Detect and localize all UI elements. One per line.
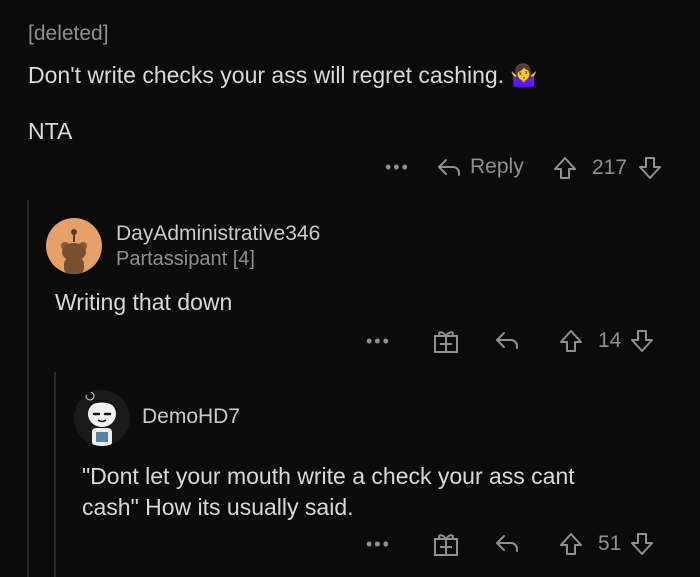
- comment-body-line: cash" How its usually said.: [82, 494, 354, 520]
- comment-body-text: Don't write checks your ass will regret …: [28, 62, 505, 88]
- gift-award-icon: [434, 331, 458, 353]
- vote-controls: 217: [552, 155, 663, 181]
- snoo-avatar-icon: [85, 391, 116, 446]
- comment-author[interactable]: DayAdministrative346: [116, 222, 320, 246]
- upvote-icon[interactable]: [552, 155, 578, 181]
- thread-line: [27, 200, 29, 577]
- comment-author-deleted: [deleted]: [28, 22, 109, 45]
- upvote-icon[interactable]: [558, 328, 584, 354]
- comment-body: "Dont let your mouth write a check your …: [82, 461, 575, 523]
- downvote-icon[interactable]: [629, 328, 655, 354]
- comment-body: Writing that down: [55, 289, 233, 315]
- more-options-button[interactable]: •••: [366, 534, 391, 555]
- snoo-avatar-icon: [61, 229, 87, 274]
- reply-button[interactable]: [494, 531, 520, 555]
- vote-count: 217: [592, 156, 628, 179]
- reply-button[interactable]: [494, 328, 520, 352]
- avatar[interactable]: [74, 390, 130, 446]
- vote-controls: 51: [558, 531, 655, 557]
- more-options-button[interactable]: •••: [385, 157, 410, 178]
- comment-body-nta: NTA: [28, 118, 73, 144]
- shrug-emoji-icon: 🤷‍♀️: [510, 62, 538, 88]
- comment-body-line: "Dont let your mouth write a check your …: [82, 463, 575, 489]
- vote-count: 14: [598, 329, 622, 352]
- more-options-button[interactable]: •••: [366, 331, 391, 352]
- vote-controls: 14: [558, 328, 655, 354]
- thread-line: [54, 372, 56, 577]
- downvote-icon[interactable]: [629, 531, 655, 557]
- comment-body: Don't write checks your ass will regret …: [28, 62, 537, 89]
- award-button[interactable]: [432, 530, 460, 558]
- downvote-icon[interactable]: [637, 155, 663, 181]
- award-button[interactable]: [432, 327, 460, 355]
- comment-author[interactable]: DemoHD7: [142, 405, 240, 429]
- upvote-icon[interactable]: [558, 531, 584, 557]
- reply-button[interactable]: Reply: [436, 155, 524, 179]
- reply-icon: [496, 535, 518, 552]
- avatar[interactable]: [46, 218, 102, 274]
- reply-label: Reply: [470, 155, 524, 178]
- user-flair: Partassipant [4]: [116, 248, 255, 270]
- vote-count: 51: [598, 532, 622, 555]
- reply-icon: [496, 332, 518, 349]
- gift-award-icon: [434, 534, 458, 556]
- reply-icon: [438, 159, 460, 176]
